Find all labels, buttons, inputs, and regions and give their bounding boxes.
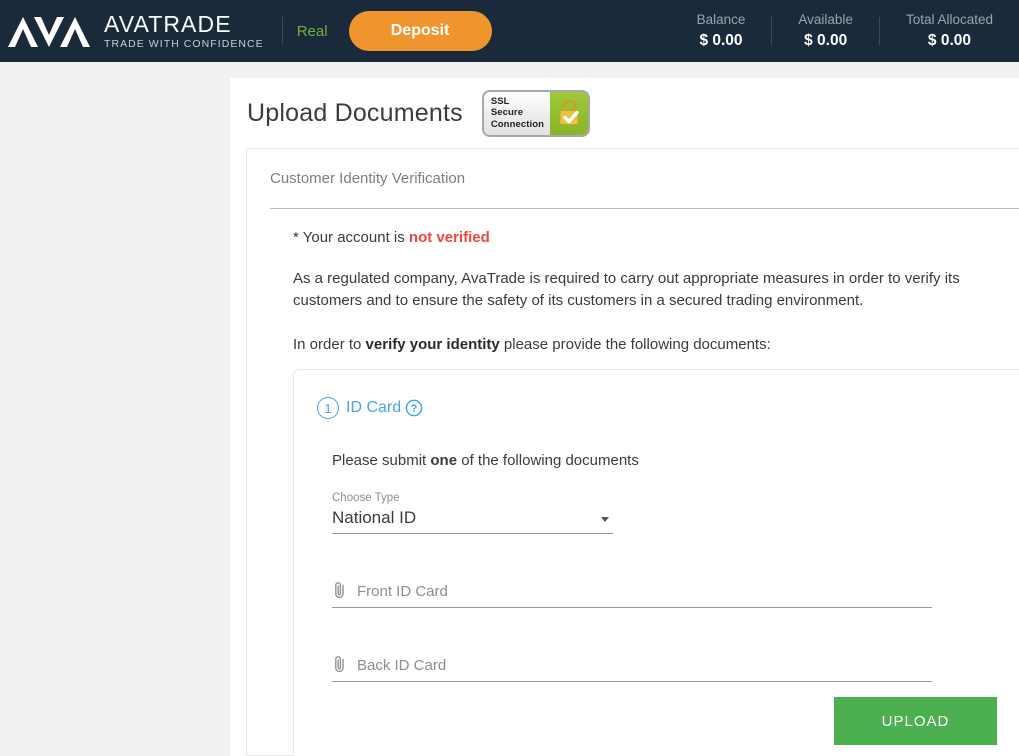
header-divider — [281, 17, 283, 45]
ssl-line-3: Connection — [490, 118, 545, 130]
brand-name: AVATRADE — [104, 10, 232, 37]
top-header-bar: AVATRADE TRADE WITH CONFIDENCE Real Depo… — [0, 0, 1019, 62]
paperclip-icon — [332, 581, 347, 600]
balance-cell-balance: Balance $ 0.00 — [671, 12, 772, 50]
brand-tagline: TRADE WITH CONFIDENCE — [104, 37, 264, 50]
available-value: $ 0.00 — [804, 32, 848, 49]
choose-type-label: Choose Type — [332, 492, 400, 504]
total-allocated-label: Total Allocated — [905, 12, 993, 27]
verify-suffix: please provide the following documents: — [499, 336, 771, 353]
page-title-row: Upload Documents SSL Secure Connection — [230, 78, 1019, 148]
paperclip-icon — [332, 655, 347, 674]
front-id-card-file-input[interactable]: Front ID Card — [332, 581, 932, 608]
balance-label: Balance — [696, 12, 746, 27]
submit-hint: Please submit one of the following docum… — [332, 452, 1019, 469]
id-card-header: 1 ID Card ? — [294, 370, 1019, 419]
balance-summary: Balance $ 0.00 Available $ 0.00 Total Al… — [671, 0, 1019, 62]
submit-hint-bold: one — [430, 452, 458, 469]
verify-prefix: In order to — [293, 336, 366, 353]
front-id-card-placeholder: Front ID Card — [357, 583, 448, 600]
account-status-line: * Your account is not verified — [293, 229, 1019, 246]
balance-cell-available: Available $ 0.00 — [772, 12, 879, 50]
account-mode-label: Real — [296, 22, 328, 40]
submit-hint-prefix: Please submit — [332, 452, 431, 469]
regulation-paragraph: As a regulated company, AvaTrade is requ… — [293, 270, 960, 309]
back-id-card-placeholder: Back ID Card — [357, 657, 447, 674]
back-id-card-file-input[interactable]: Back ID Card — [332, 655, 932, 682]
account-status-prefix: * Your account is — [293, 229, 409, 246]
submit-hint-suffix: of the following documents — [457, 452, 639, 469]
card-heading: Customer Identity Verification — [270, 170, 466, 187]
ssl-line-1: SSL — [490, 95, 510, 107]
verify-identity-paragraph: In order to verify your identity please … — [293, 334, 1015, 356]
balance-value: $ 0.00 — [699, 32, 743, 49]
avatrade-logo-icon — [8, 17, 90, 47]
verify-bold: verify your identity — [365, 336, 500, 353]
id-card-title: ID Card — [346, 399, 402, 416]
chevron-down-icon[interactable] — [601, 517, 609, 522]
choose-type-select[interactable]: Choose Type National ID — [332, 492, 613, 534]
ssl-secure-connection-badge: SSL Secure Connection — [481, 89, 590, 137]
choose-type-value: National ID — [332, 508, 417, 527]
page-title: Upload Documents — [247, 98, 463, 127]
available-label: Available — [798, 12, 853, 27]
brand-logo[interactable]: AVATRADE TRADE WITH CONFIDENCE — [8, 10, 264, 50]
upload-button[interactable]: UPLOAD — [834, 697, 997, 745]
balance-cell-total-allocated: Total Allocated $ 0.00 — [880, 12, 1019, 50]
ssl-badge-text: SSL Secure Connection — [483, 91, 550, 135]
ssl-line-2: Secure — [490, 107, 524, 118]
account-status-badge: not verified — [408, 229, 490, 246]
step-number-badge: 1 — [317, 397, 339, 419]
question-mark-circle-icon[interactable]: ? — [405, 399, 423, 417]
total-allocated-value: $ 0.00 — [927, 32, 972, 49]
id-card-upload-section: 1 ID Card ? Please submit one of the fol… — [293, 369, 1019, 756]
deposit-button[interactable]: Deposit — [348, 11, 492, 51]
padlock-check-icon — [549, 91, 588, 135]
svg-text:?: ? — [411, 403, 418, 415]
card-body: * Your account is not verified As a regu… — [247, 209, 1019, 356]
